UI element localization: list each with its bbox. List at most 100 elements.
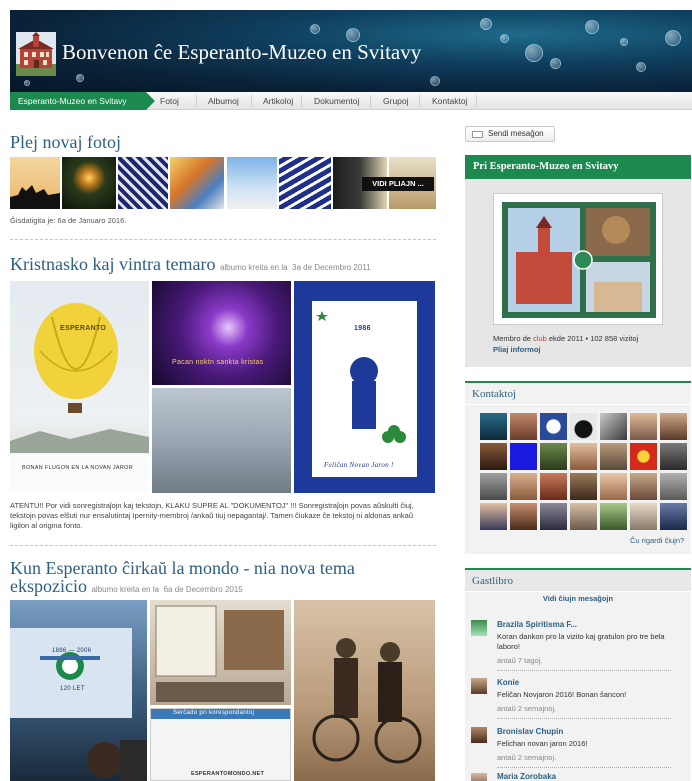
section-divider	[10, 545, 436, 546]
bubble-decoration	[620, 38, 628, 46]
photo-thumbnail[interactable]	[10, 157, 60, 209]
avatar[interactable]	[630, 473, 657, 500]
bubble-decoration	[665, 30, 681, 46]
guestbook-entry: Maria Zorobaka	[471, 773, 687, 781]
balloon-photo[interactable]: ESPERANTO BONAN FLUGON EN LA NOVAN JAROR	[10, 281, 149, 493]
guestbook-message: Feliĉan Novjaron 2016! Bonan ŝancon!	[497, 690, 627, 699]
site-title[interactable]: Bonvenon ĉe Esperanto-Muzeo en Svitavy	[62, 40, 421, 65]
avatar[interactable]	[600, 413, 627, 440]
nav-item-albums[interactable]: Albumoj	[208, 92, 239, 110]
avatar[interactable]	[510, 503, 537, 530]
avatar[interactable]	[630, 443, 657, 470]
send-message-button[interactable]: Sendi mesaĝon	[465, 126, 555, 142]
about-museum-title: Pri Esperanto-Muzeo en Svitavy	[465, 155, 691, 179]
avatar[interactable]	[510, 473, 537, 500]
photo-thumbnail[interactable]	[62, 157, 116, 209]
photo-thumbnail[interactable]	[227, 157, 277, 209]
bubble-decoration	[310, 24, 320, 34]
about-museum-box: Pri Esperanto-Muzeo en Svitavy Membro de…	[465, 155, 691, 367]
balloon-word: ESPERANTO	[60, 325, 107, 332]
contacts-title[interactable]: Kontaktoj	[465, 383, 691, 405]
member-prefix: Membro de	[493, 334, 531, 343]
avatar[interactable]	[540, 473, 567, 500]
newest-photos-title[interactable]: Plej novaj fotoj	[10, 132, 121, 153]
nav-item-groups[interactable]: Grupoj	[383, 92, 409, 110]
cyclists-photo[interactable]	[294, 600, 435, 781]
avatar[interactable]	[660, 413, 687, 440]
avatar[interactable]	[630, 503, 657, 530]
nav-divider	[476, 95, 477, 107]
avatar[interactable]	[471, 620, 487, 636]
avatar[interactable]	[510, 413, 537, 440]
guestbook-entry: Brazila Spiritisma F... Koran dankon pro…	[471, 620, 687, 666]
bubble-decoration	[636, 62, 646, 72]
avatar[interactable]	[600, 503, 627, 530]
avatar[interactable]	[660, 503, 687, 530]
vitrine-photo[interactable]	[150, 600, 291, 705]
avatar[interactable]	[480, 503, 507, 530]
nav-item-contacts[interactable]: Kontaktoj	[432, 92, 467, 110]
send-message-label: Sendi mesaĝon	[488, 129, 544, 138]
nav-item-home[interactable]: Esperanto-Muzeo en Svitavy	[10, 92, 155, 110]
stars-caption: Pacan noktn sankta kristas	[172, 359, 264, 366]
member-bullet: •	[585, 334, 589, 343]
main-navigation: Esperanto-Muzeo en Svitavy Fotoj Albumoj…	[10, 92, 692, 110]
avatar[interactable]	[480, 473, 507, 500]
see-all-messages-link[interactable]: Vidi ĉiujn mesaĝojn	[465, 594, 691, 603]
avatar[interactable]	[471, 727, 487, 743]
exhibition-photo[interactable]: 1886 — 2006 120 LET	[10, 600, 147, 781]
nav-divider	[370, 95, 371, 107]
nav-item-documents[interactable]: Dokumentoj	[314, 92, 359, 110]
avatar[interactable]	[570, 443, 597, 470]
avatar[interactable]	[471, 678, 487, 694]
guestbook-author[interactable]: Brazila Spiritisma F...	[497, 620, 577, 629]
avatar[interactable]	[600, 443, 627, 470]
avatar[interactable]	[480, 413, 507, 440]
winter-photo[interactable]	[152, 388, 291, 493]
album-meta-prefix: albumo kreita en la	[91, 585, 160, 594]
more-info-link[interactable]: Pliaj informoj	[493, 345, 541, 354]
member-info: Membro de club ekde 2011 • 102 858 vizit…	[493, 334, 638, 343]
guestbook-author[interactable]: Konie	[497, 678, 519, 687]
avatar[interactable]	[510, 443, 537, 470]
avatar[interactable]	[570, 503, 597, 530]
nav-item-articles[interactable]: Artikoloj	[263, 92, 293, 110]
stars-photo[interactable]: Pacan noktn sankta kristas	[152, 281, 291, 385]
guestbook-entry: Bronislav Chupin Felichan novan jaron 20…	[471, 727, 687, 763]
museum-card-frame[interactable]	[493, 193, 663, 325]
avatar[interactable]	[570, 413, 597, 440]
see-more-photos-button[interactable]: VIDI PLIAJN ...	[362, 177, 434, 191]
avatar[interactable]	[570, 473, 597, 500]
avatar[interactable]	[600, 473, 627, 500]
museum-card	[502, 202, 656, 318]
photo-thumbnail[interactable]	[279, 157, 331, 209]
avatar[interactable]	[660, 443, 687, 470]
greeting-card-photo[interactable]: 1986 Feliĉan Novan Jaron !	[294, 281, 435, 493]
bubble-decoration	[24, 80, 30, 86]
nav-item-photos[interactable]: Fotoj	[160, 92, 179, 110]
updated-label: Ĝisdatigita je:	[10, 216, 56, 225]
avatar[interactable]	[630, 413, 657, 440]
guestbook-time: antaŭ 2 semajnoj.	[497, 753, 557, 762]
guestbook-author[interactable]: Bronislav Chupin	[497, 727, 563, 736]
guestbook-author[interactable]: Maria Zorobaka	[497, 773, 556, 781]
avatar[interactable]	[540, 503, 567, 530]
website-screenshot-photo[interactable]: Serĉado pri korespondantoj ESPERANTOMOND…	[150, 708, 291, 781]
photo-thumbnail[interactable]	[170, 157, 224, 209]
see-all-contacts-link[interactable]: Ĉu rigardi ĉiujn?	[630, 536, 684, 545]
site-caption: ESPERANTOMONDO.NET	[191, 771, 265, 777]
nav-divider	[301, 95, 302, 107]
photo-thumbnail[interactable]	[118, 157, 168, 209]
nav-divider	[419, 95, 420, 107]
avatar[interactable]	[471, 773, 487, 781]
avatar[interactable]	[480, 443, 507, 470]
avatar[interactable]	[540, 413, 567, 440]
avatar[interactable]	[660, 473, 687, 500]
club-badge[interactable]: club	[533, 334, 547, 343]
avatar[interactable]	[540, 443, 567, 470]
album-meta-date: 6a de Decembro 2015	[163, 585, 243, 594]
museum-building-logo[interactable]	[16, 32, 56, 76]
guestbook-title[interactable]: Gastlibro	[465, 570, 691, 592]
album-title-link[interactable]: Kristnasko kaj vintra temaro	[10, 254, 215, 274]
album-title-link[interactable]: ekspozicio	[10, 576, 87, 596]
